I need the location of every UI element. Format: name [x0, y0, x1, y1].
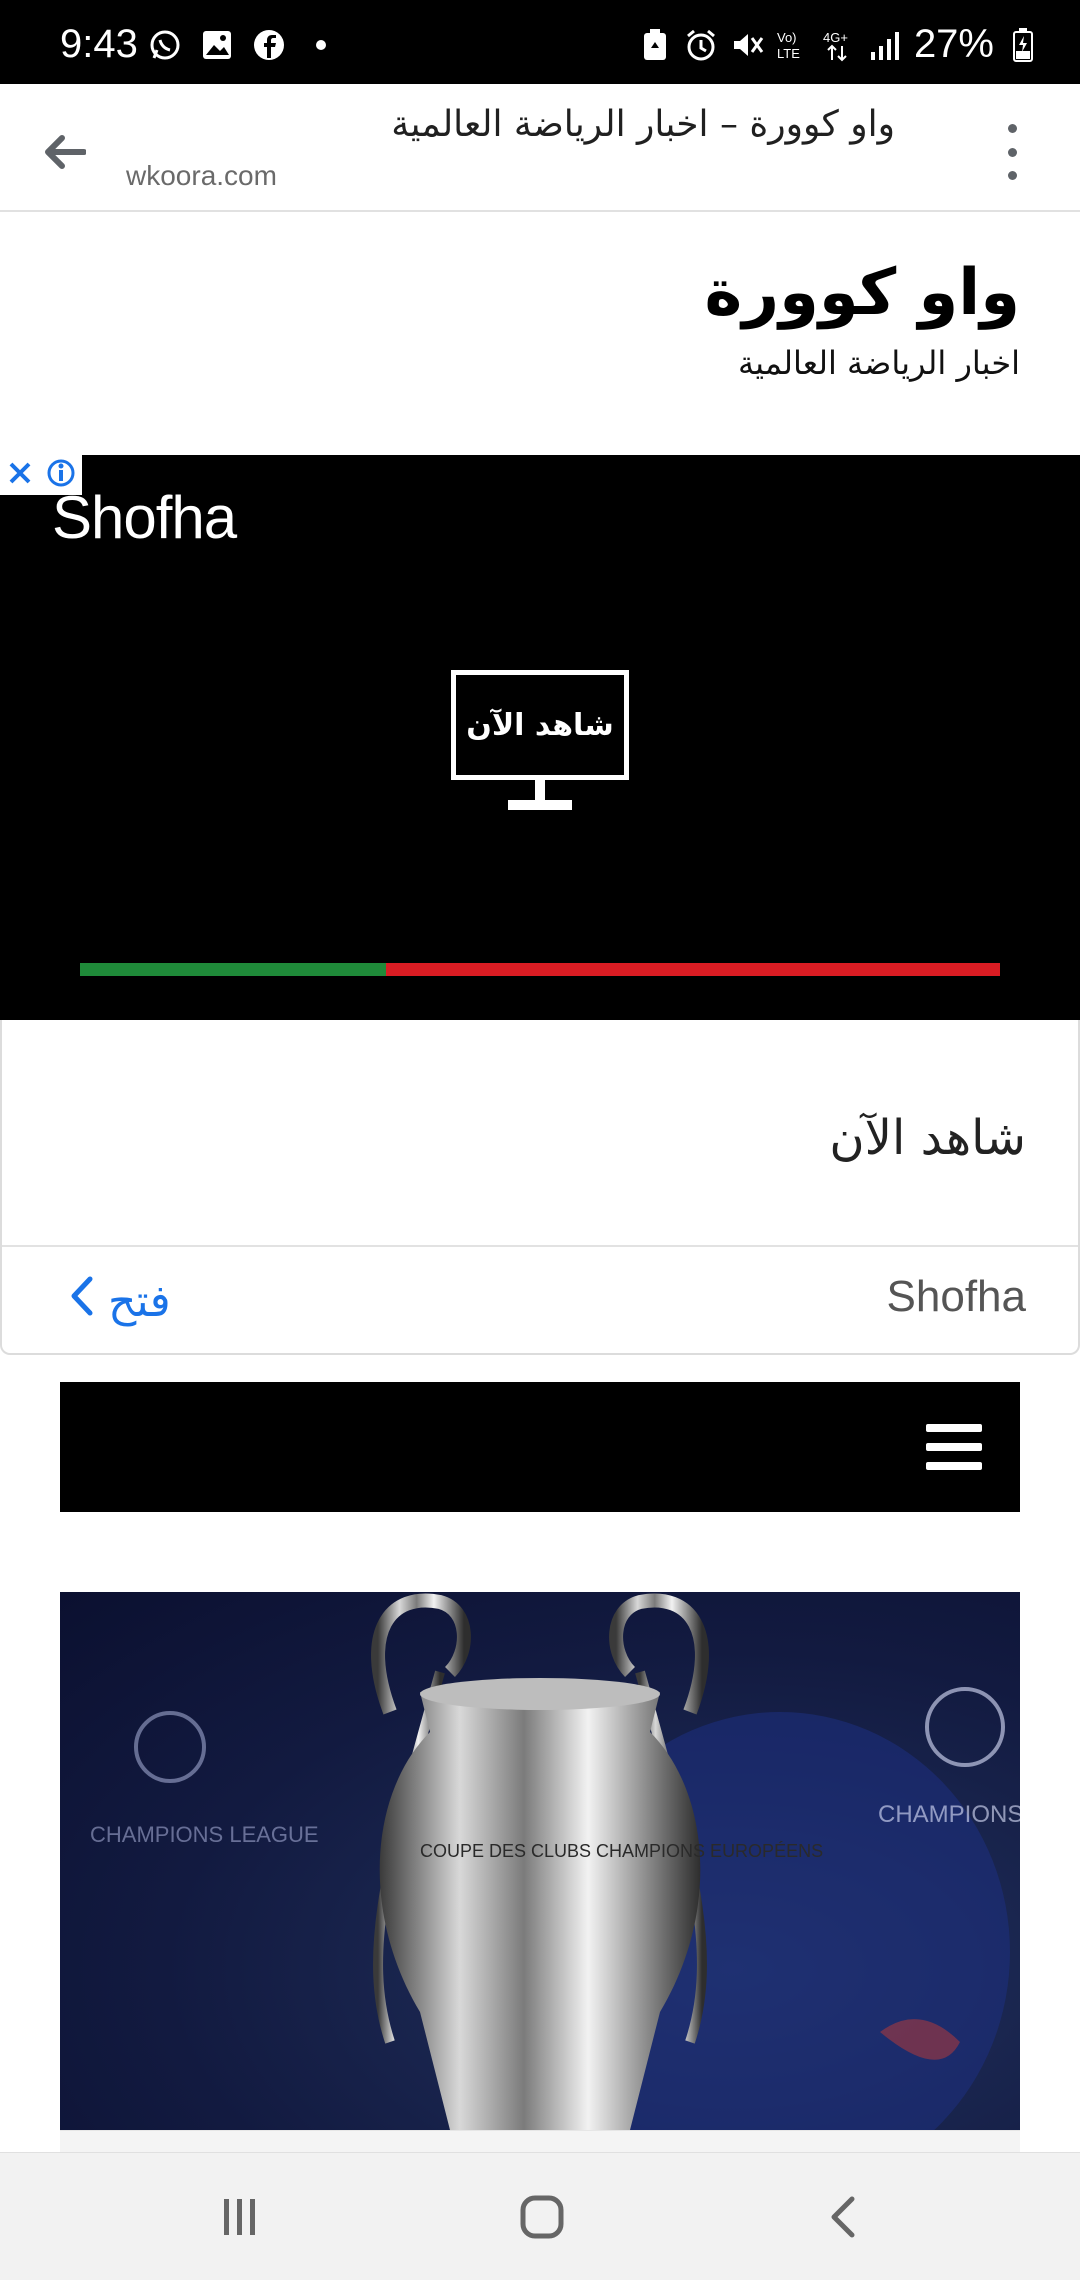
ad-open-label: فتح — [108, 1276, 171, 1327]
volte-icon: Vo) LTE — [776, 28, 810, 62]
ad-headline[interactable]: شاهد الآن — [829, 1110, 1026, 1166]
svg-text:CHAMPIONS LEAGUE: CHAMPIONS LEAGUE — [878, 1801, 1020, 1828]
ad-advertiser: Shofha — [886, 1272, 1026, 1321]
ad-progress-bar — [80, 963, 1000, 976]
battery-level: 27% — [913, 22, 994, 66]
mute-icon — [730, 28, 764, 62]
battery-saver-icon — [638, 28, 672, 62]
browser-toolbar: واو كوورة – اخبار الرياضة العالمية wkoor… — [0, 84, 1080, 212]
champions-trophy-image: CHAMPIONS LEAGUE CHAMPIONS LEAGUE COUPE … — [90, 1593, 1020, 2130]
ucl-logo-left: CHAMPIONS LEAGUE — [90, 1711, 319, 1847]
monitor-base — [508, 800, 572, 810]
more-options-icon[interactable] — [1000, 124, 1024, 180]
recent-apps-icon[interactable] — [210, 2187, 270, 2247]
ad-open-button[interactable]: فتح — [68, 1275, 171, 1328]
article-image[interactable]: CHAMPIONS LEAGUE CHAMPIONS LEAGUE COUPE … — [60, 1592, 1020, 2130]
close-icon[interactable] — [7, 460, 33, 490]
site-tagline: اخبار الرياضة العالمية — [737, 344, 1020, 382]
article-card-edge — [60, 2130, 1020, 2152]
chevron-left-icon — [68, 1275, 94, 1328]
system-back-icon[interactable] — [812, 2187, 872, 2247]
ad-card[interactable]: شاهد الآن Shofha فتح — [0, 1020, 1080, 1355]
ad-logo: Shofha — [52, 484, 237, 551]
whatsapp-icon — [148, 28, 182, 62]
site-title[interactable]: واو كوورة — [704, 256, 1020, 330]
system-nav-bar — [0, 2152, 1080, 2280]
page-title: واو كوورة – اخبار الرياضة العالمية — [391, 104, 895, 145]
gallery-icon — [200, 28, 234, 62]
monitor-neck — [535, 780, 545, 802]
facebook-icon — [252, 28, 286, 62]
ad-video[interactable]: Shofha شاهد الآن — [0, 455, 1080, 1020]
alarm-icon — [684, 28, 718, 62]
home-icon[interactable] — [512, 2187, 572, 2247]
ad-monitor-screen: شاهد الآن — [451, 670, 629, 780]
notification-icons — [148, 28, 338, 62]
page-url: wkoora.com — [126, 160, 277, 191]
system-icons: Vo) LTE 4G+ 27% — [638, 22, 1040, 67]
status-bar: 9:43 Vo) LTE 4G+ 27% — [0, 0, 1080, 84]
back-arrow-icon[interactable] — [36, 124, 92, 180]
hamburger-icon[interactable] — [926, 1424, 982, 1470]
dot-icon — [304, 28, 338, 62]
svg-text:Vo): Vo) — [777, 30, 797, 45]
signal-icon — [868, 28, 902, 62]
battery-icon — [1006, 27, 1040, 62]
site-nav-bar — [60, 1382, 1020, 1512]
status-time: 9:43 — [60, 22, 138, 66]
divider — [2, 1245, 1078, 1247]
ad-progress-fill — [80, 963, 387, 976]
4g-icon: 4G+ — [822, 28, 856, 62]
svg-text:CHAMPIONS LEAGUE: CHAMPIONS LEAGUE — [90, 1822, 319, 1847]
svg-text:COUPE DES CLUBS CHAMPIONS EURO: COUPE DES CLUBS CHAMPIONS EUROPÉENS — [420, 1841, 823, 1861]
svg-text:4G+: 4G+ — [823, 30, 848, 45]
svg-text:LTE: LTE — [777, 46, 800, 61]
